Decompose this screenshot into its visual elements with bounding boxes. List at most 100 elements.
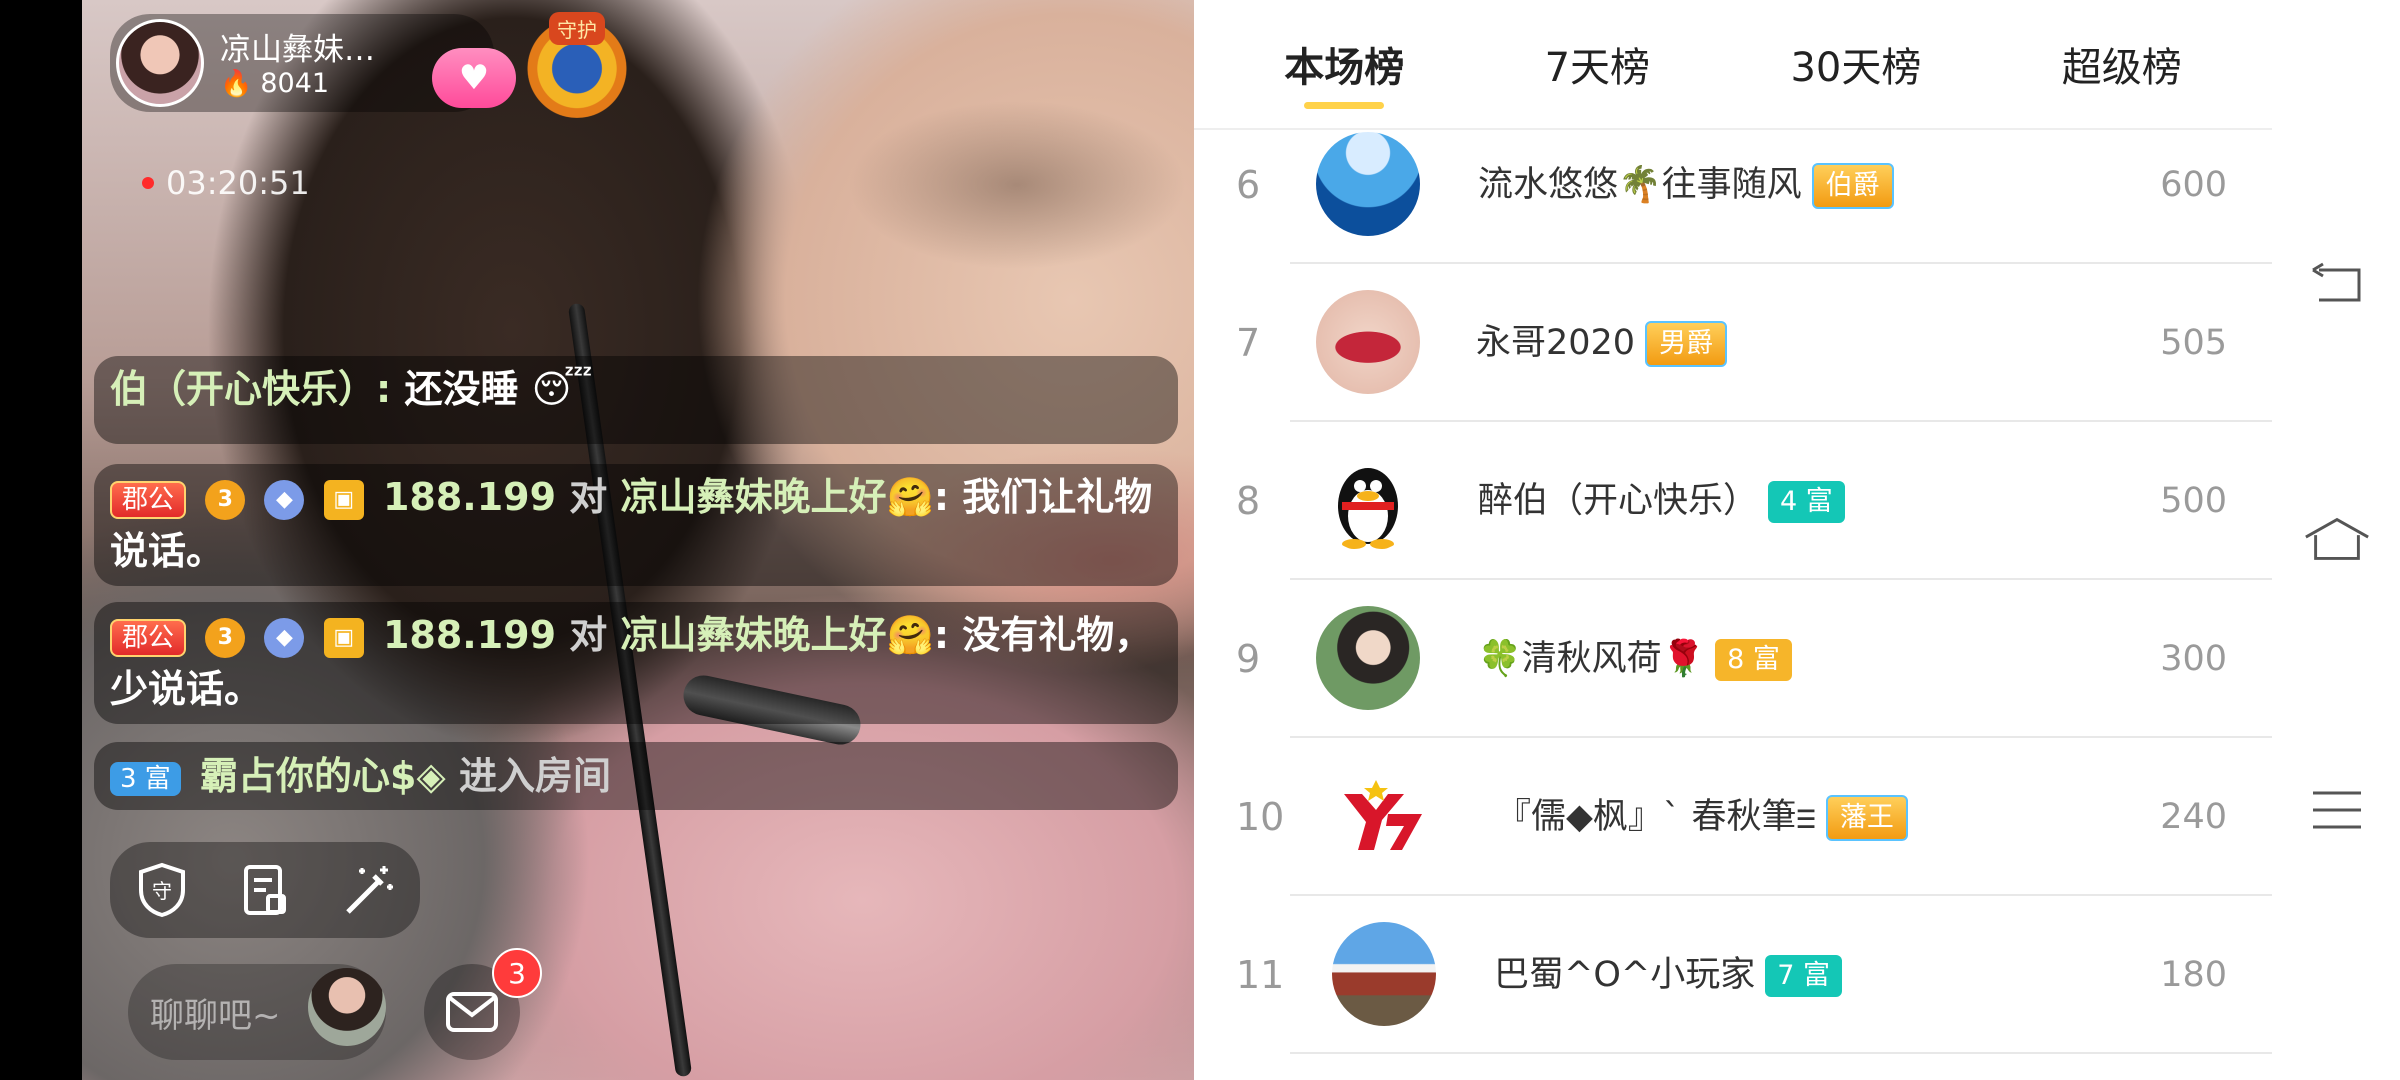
cohost-avatar[interactable]: [308, 968, 386, 1046]
user-entry: 『儒◆枫』ˋ 春秋筆ⲷ 藩王: [1496, 738, 1908, 896]
ranking-panel: 本场榜 7天榜 30天榜 超级榜 6 流水悠悠🌴往事随风 伯爵 600 7 永哥2…: [1194, 0, 2272, 1080]
clipboard-icon: [243, 865, 286, 915]
ranking-row[interactable]: 6 流水悠悠🌴往事随风 伯爵 600: [1194, 106, 2272, 264]
user-entry: 流水悠悠🌴往事随风 伯爵: [1478, 106, 1894, 264]
follow-button[interactable]: ♥: [432, 48, 516, 108]
live-timer: 03:20:51: [142, 164, 310, 202]
level-star-icon: 3: [205, 617, 246, 658]
back-icon: [2312, 262, 2361, 302]
chat-message[interactable]: 郡公 3 ◆ ▣ 188.199 对 凉山彝妹晚上好🤗: 我们让礼物说话。: [94, 464, 1178, 586]
shield-icon: 守: [138, 862, 185, 918]
home-button[interactable]: [2302, 510, 2372, 570]
chat-message[interactable]: 3 富 霸占你的心$◈ 进入房间: [94, 742, 1178, 810]
chat-text: 进入房间: [458, 754, 611, 798]
tool-bar: 守: [110, 842, 420, 938]
anchor-info[interactable]: 凉山彝妹… 🔥 8041 ♥: [110, 14, 516, 112]
chat-message[interactable]: 伯（开心快乐）: 还没睡 😴: [94, 356, 1178, 444]
contribution-score: 505: [2160, 323, 2227, 363]
rank-number: 6: [1236, 163, 1261, 207]
noble-badge: 郡公: [110, 480, 187, 519]
chat-sender: 霸占你的心$◈: [200, 754, 446, 798]
user-name: 永哥2020: [1476, 323, 1636, 363]
chat-sender: 188.199: [382, 475, 557, 519]
mail-icon: [446, 992, 498, 1032]
anchor-avatar[interactable]: [116, 19, 204, 107]
noble-badge: 男爵: [1645, 321, 1728, 367]
level-star-icon: 3: [205, 479, 246, 520]
user-entry: 🍀清秋风荷🌹 8 富: [1478, 580, 1792, 738]
user-avatar[interactable]: [1316, 448, 1420, 552]
rank-number: 11: [1236, 953, 1285, 997]
fire-icon: 🔥: [220, 68, 253, 99]
chat-text: 还没睡: [404, 367, 519, 411]
diamond-icon: ◆: [264, 617, 305, 658]
contribution-score: 600: [2160, 165, 2227, 205]
logo-icon: [1344, 780, 1422, 850]
user-card-icon: ▣: [323, 479, 364, 520]
contribution-score: 300: [2160, 639, 2227, 679]
rich-badge: 7 富: [1765, 955, 1842, 997]
tab-7days[interactable]: 7天榜: [1545, 15, 1650, 113]
chat-target: 凉山彝妹晚上好🤗: [620, 613, 934, 657]
tab-session[interactable]: 本场榜: [1284, 15, 1404, 113]
ranking-row[interactable]: 8 醉伯（开心快乐） 4 富 500: [1194, 422, 2272, 580]
diamond-icon: ◆: [264, 479, 305, 520]
anchor-popularity: 🔥 8041: [220, 68, 329, 99]
row-divider: [1290, 1052, 2272, 1054]
guard-label: 守护: [549, 12, 605, 45]
chat-target: 凉山彝妹晚上好🤗: [620, 475, 934, 519]
system-nav-bar: [2272, 0, 2400, 1080]
contribution-score: 500: [2160, 481, 2227, 521]
back-button[interactable]: [2302, 254, 2372, 314]
user-avatar[interactable]: [1332, 922, 1436, 1026]
rank-number: 10: [1236, 795, 1285, 839]
user-name: 流水悠悠🌴往事随风: [1478, 165, 1802, 205]
task-button[interactable]: [232, 857, 298, 923]
user-name: 🍀清秋风荷🌹: [1478, 639, 1706, 679]
user-avatar[interactable]: [1316, 132, 1420, 236]
tab-super[interactable]: 超级榜: [2062, 15, 2182, 113]
noble-badge: 郡公: [110, 618, 187, 657]
rank-number: 8: [1236, 479, 1261, 523]
user-avatar[interactable]: [1316, 290, 1420, 394]
anchor-name: 凉山彝妹…: [220, 32, 375, 68]
magic-button[interactable]: [335, 857, 401, 923]
contribution-score: 180: [2160, 955, 2227, 995]
chat-to-word: 对: [569, 613, 608, 657]
user-entry: 巴蜀^O^小玩家 7 富: [1494, 896, 1842, 1054]
recording-dot-icon: [142, 177, 154, 189]
rank-number: 9: [1236, 637, 1261, 681]
menu-icon: [2313, 791, 2361, 829]
chat-to-word: 对: [569, 475, 608, 519]
live-video[interactable]: 凉山彝妹… 🔥 8041 ♥ 守护 03:20:51 伯（开心快乐）: 还没睡 …: [82, 0, 1194, 1080]
rich-badge: 3 富: [110, 761, 181, 796]
ranking-row[interactable]: 10 『儒◆枫』ˋ 春秋筆ⲷ 藩王 240: [1194, 738, 2272, 896]
contribution-score: 240: [2160, 797, 2227, 837]
rank-number: 7: [1236, 321, 1261, 365]
tab-30days[interactable]: 30天榜: [1790, 15, 1921, 113]
chat-message[interactable]: 郡公 3 ◆ ▣ 188.199 对 凉山彝妹晚上好🤗: 没有礼物，少说话。: [94, 602, 1178, 724]
live-time: 03:20:51: [166, 164, 310, 202]
message-count-badge: 3: [492, 948, 542, 998]
menu-button[interactable]: [2302, 780, 2372, 840]
home-icon: [2305, 517, 2369, 560]
sleepy-emoji-icon: 😴: [531, 367, 593, 411]
user-avatar[interactable]: [1316, 606, 1420, 710]
penguin-icon: [1338, 468, 1398, 549]
ranking-row[interactable]: 11 巴蜀^O^小玩家 7 富 180: [1194, 896, 2272, 1054]
ranking-row[interactable]: 7 永哥2020 男爵 505: [1194, 264, 2272, 422]
ranking-row[interactable]: 9 🍀清秋风荷🌹 8 富 300: [1194, 580, 2272, 738]
magic-wand-icon: [346, 866, 394, 914]
user-name: 『儒◆枫』ˋ 春秋筆ⲷ: [1496, 797, 1816, 837]
user-entry: 永哥2020 男爵: [1476, 264, 1728, 422]
user-avatar[interactable]: [1330, 764, 1434, 868]
user-card-icon: ▣: [323, 617, 364, 658]
noble-badge: 藩王: [1825, 795, 1908, 841]
guard-button[interactable]: 守: [129, 857, 195, 923]
rich-badge: 8 富: [1715, 639, 1792, 681]
chat-sender: 伯（开心快乐）:: [110, 367, 392, 411]
user-entry: 醉伯（开心快乐） 4 富: [1478, 422, 1845, 580]
chat-placeholder: 聊聊吧~: [150, 995, 281, 1036]
guard-badge[interactable]: 守护: [522, 8, 632, 118]
chat-sender: 188.199: [382, 613, 557, 657]
